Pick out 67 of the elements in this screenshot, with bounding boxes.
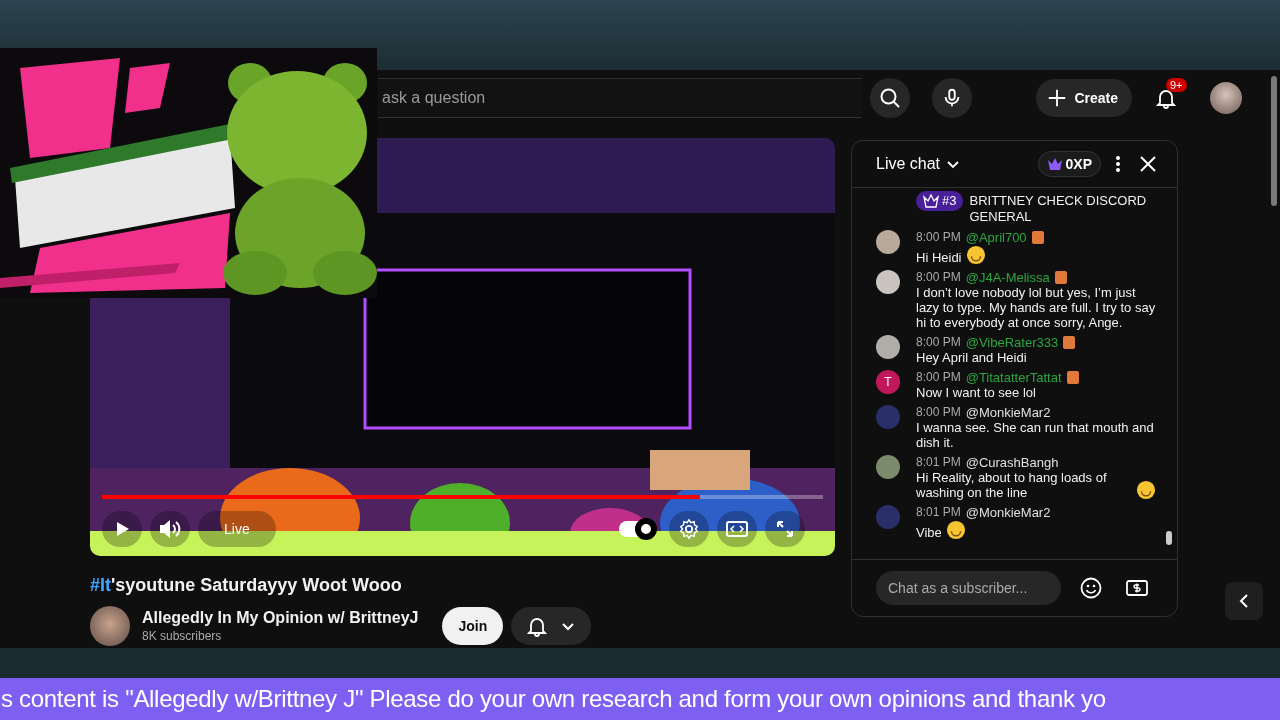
notification-dropdown-button[interactable] [511, 607, 592, 645]
channel-name[interactable]: Allegedly In My Opinion w/ BrittneyJ [142, 609, 419, 627]
video-title: #It'syoutune Saturdayyy Woot Wooo [90, 574, 403, 597]
volume-button[interactable] [150, 511, 190, 547]
message-text: Now I want to see lol [916, 385, 1036, 400]
notification-badge: 9+ [1166, 78, 1187, 92]
theater-mode-button[interactable] [717, 511, 757, 547]
user-avatar[interactable] [876, 230, 900, 254]
theater-icon [725, 519, 749, 539]
avatar-initial: T [884, 375, 892, 389]
message-author[interactable]: @CurashBangh [965, 455, 1059, 470]
user-avatar[interactable] [876, 335, 900, 359]
message-time: 8:00 PM [916, 370, 961, 385]
play-button[interactable] [102, 511, 142, 547]
ticker-text: s content is "Allegedly w/Brittney J" Please do your own research and form your own opinions and thank yo [0, 685, 1106, 713]
subscriber-count: 8K subscribers [142, 629, 223, 643]
message-time: 8:00 PM [916, 335, 961, 350]
search-icon [878, 86, 902, 110]
gear-icon [678, 518, 700, 540]
microphone-button[interactable] [932, 78, 972, 118]
message-text: I wanna see. She can run that mouth and dish it. [916, 420, 1155, 450]
search-field[interactable]: ask a question [378, 78, 862, 118]
crown-icon [1046, 157, 1063, 171]
crown-icon [923, 194, 939, 208]
message-author[interactable]: @J4A-Melissa [965, 270, 1050, 285]
notifications-button[interactable]: 9+ [1148, 80, 1184, 116]
more-icon [1115, 155, 1121, 173]
message-time: 8:00 PM [916, 270, 961, 285]
fullscreen-button[interactable] [765, 511, 805, 547]
message-author[interactable]: @MonkieMar2 [965, 505, 1051, 520]
message-time: 8:00 PM [916, 230, 961, 245]
search-button[interactable] [870, 78, 910, 118]
message-author[interactable]: @VibeRater333 [965, 335, 1059, 350]
join-button[interactable]: Join [442, 607, 504, 645]
message-text: Vibe [916, 525, 942, 540]
account-avatar[interactable] [1210, 82, 1242, 114]
xp-chip[interactable]: 0XP [1037, 151, 1101, 177]
live-button[interactable]: Live [198, 511, 276, 547]
expand-button[interactable] [1225, 582, 1263, 620]
message-author[interactable]: @MonkieMar2 [965, 405, 1051, 420]
message-text: Hey April and Heidi [916, 350, 1027, 365]
message-time: 8:01 PM [916, 455, 961, 470]
speaker-icon [158, 518, 182, 540]
user-avatar[interactable]: T [876, 370, 900, 394]
message-text: Hi Reality, about to hang loads of washing on the line [916, 470, 1108, 500]
message-text: Hi Heidi [916, 250, 962, 265]
dollar-note-icon [1125, 578, 1149, 598]
chevron-left-icon [1237, 593, 1251, 609]
rank-number: #3 [942, 193, 957, 209]
message-author[interactable]: @TitatatterTattat [965, 370, 1062, 385]
create-button[interactable]: Create [1036, 79, 1132, 117]
channel-avatar[interactable] [90, 606, 130, 646]
message-time: 8:01 PM [916, 505, 961, 520]
fullscreen-icon [775, 519, 795, 539]
message-author[interactable]: @April700 [965, 230, 1027, 245]
message-text: BRITTNEY CHECK DISCORD GENERAL [969, 192, 1148, 225]
message-text: I don’t love nobody lol but yes, I’m just lazy to type. My hands are full. I try to say hi to everybody at once sorry, Ange. [916, 285, 1156, 330]
user-avatar[interactable] [876, 270, 900, 294]
user-avatar[interactable] [876, 455, 900, 479]
chat-input-field[interactable]: Chat as a subscriber... [876, 571, 1061, 605]
autoplay-toggle[interactable] [619, 521, 655, 537]
hashtag-link[interactable]: #It [90, 575, 111, 595]
smiley-icon [1079, 576, 1103, 600]
close-icon [1139, 155, 1157, 173]
live-chat-dropdown[interactable]: Live chat [876, 155, 961, 173]
message-time: 8:00 PM [916, 405, 961, 420]
settings-button[interactable] [669, 511, 709, 547]
